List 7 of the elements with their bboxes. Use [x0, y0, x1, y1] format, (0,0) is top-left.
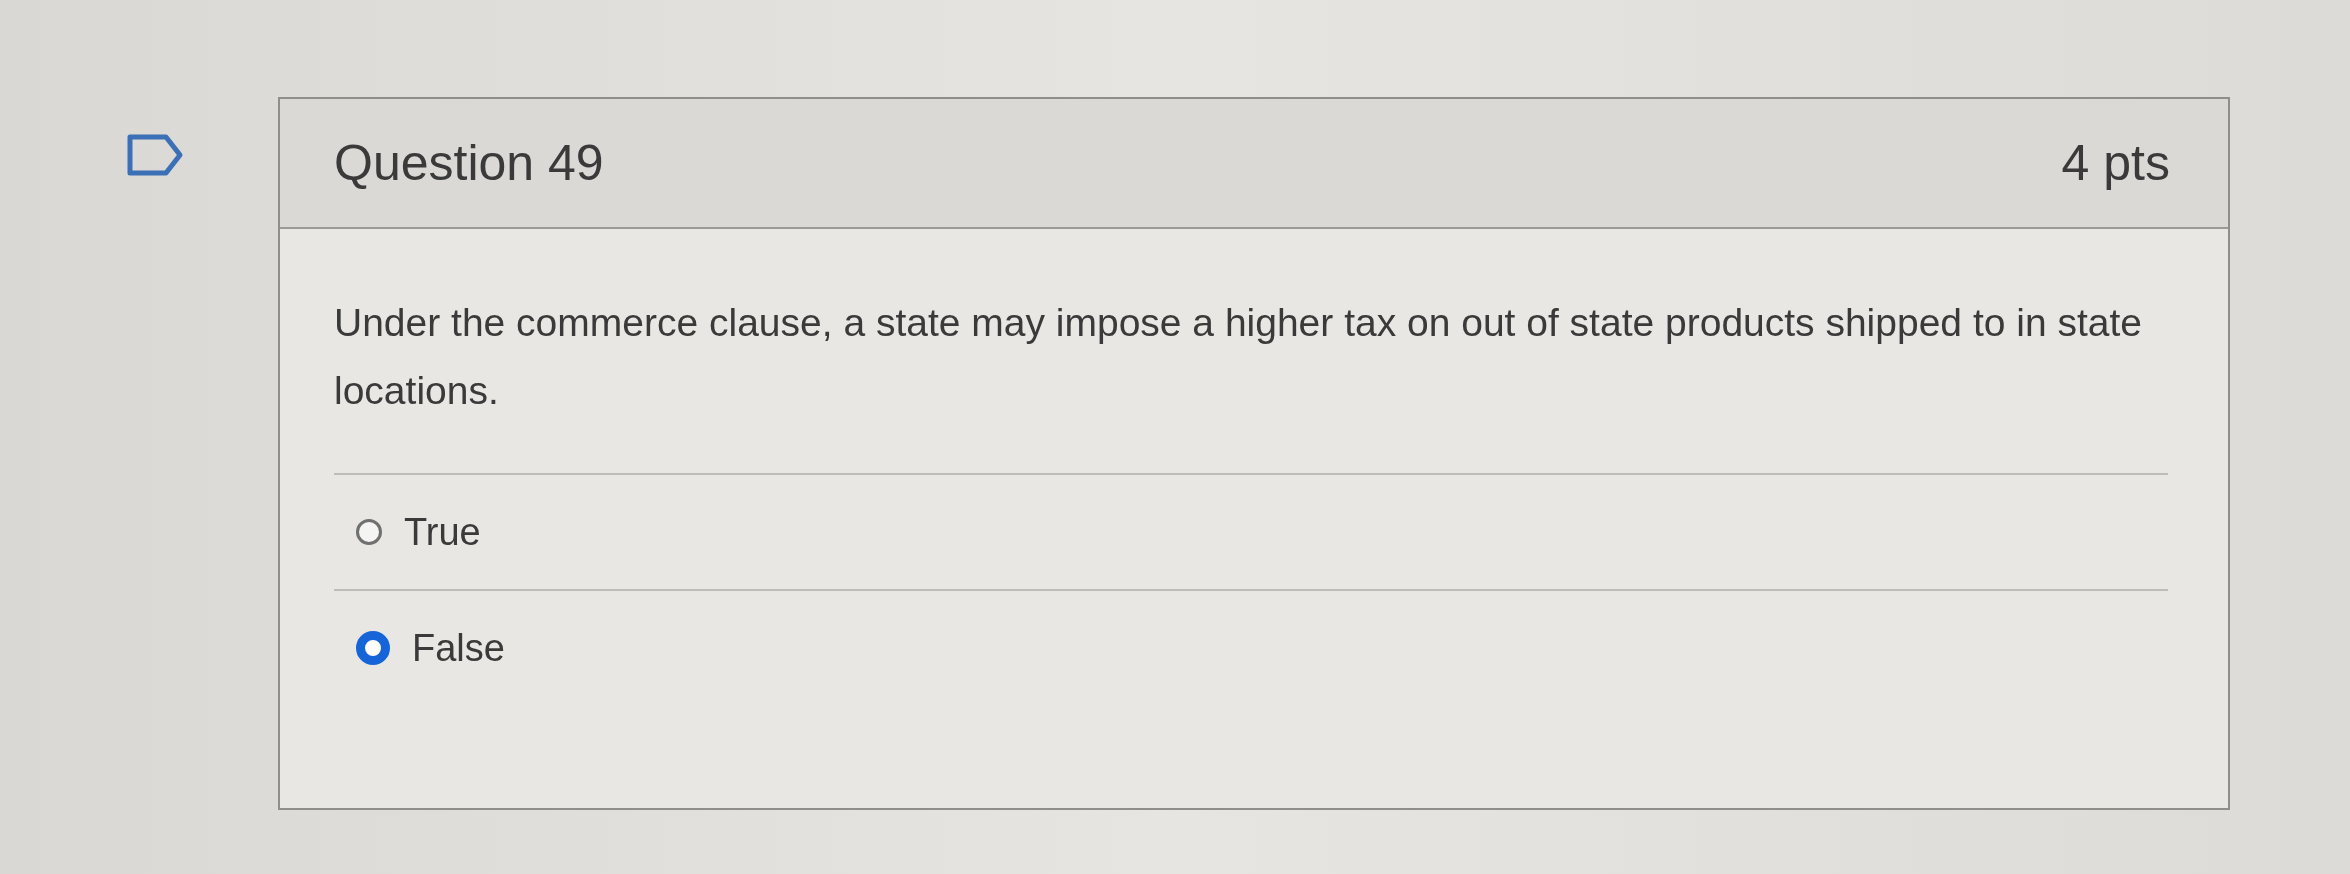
answer-option[interactable]: False	[334, 589, 2168, 705]
question-text: Under the commerce clause, a state may impose a higher tax on out of state products shipped to in state locations.	[334, 300, 2143, 414]
question-points: 4 pts	[2061, 134, 2170, 192]
question-title: Question 49	[334, 134, 604, 192]
radio-button[interactable]	[356, 519, 382, 545]
radio-button[interactable]	[356, 631, 390, 665]
answer-option[interactable]: True	[334, 473, 2168, 589]
